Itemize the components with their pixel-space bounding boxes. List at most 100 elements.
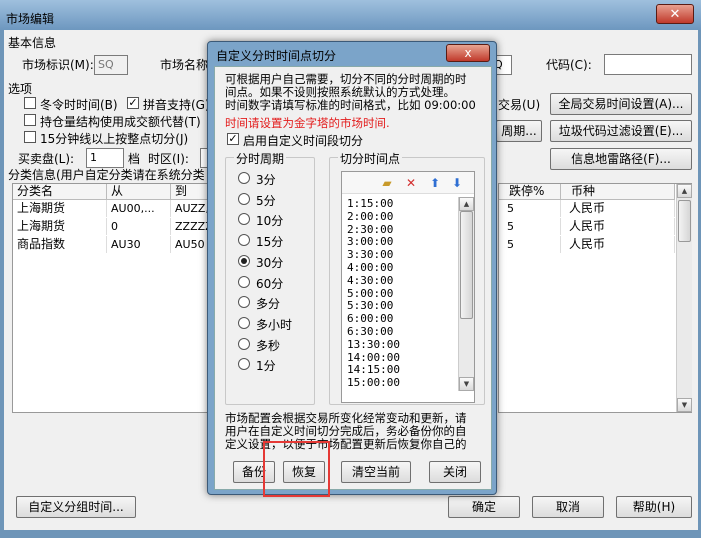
table-row-1-limit[interactable]: 5 [499, 218, 561, 235]
period-group-title: 分时周期 [234, 150, 287, 167]
time-list-scrollbar[interactable]: ▲ ▼ [458, 197, 474, 391]
period-label-5: 60分 [256, 276, 284, 291]
time-points-toolbar: ▰ ✕ ⬆ ⬇ [342, 172, 474, 194]
dialog-close-button[interactable]: x [446, 44, 490, 62]
code-field[interactable] [604, 54, 692, 75]
scroll-up-icon[interactable]: ▲ [677, 184, 692, 198]
garbage-filter-button[interactable]: 垃圾代码过滤设置(E)... [550, 120, 692, 142]
close-icon: ✕ [669, 7, 681, 22]
arrow-up-icon[interactable]: ⬆ [428, 176, 442, 190]
market-id-field[interactable]: SQ [94, 55, 128, 75]
table-row-0-name[interactable]: 上海期货 [13, 200, 107, 217]
time-points-list[interactable]: 1:15:00 2:00:00 2:30:00 3:00:00 3:30:00 4:00:… [344, 198, 458, 390]
15min-label: 15分钟线以上按整点切分(J) [40, 132, 189, 146]
buysell-unit: 档 [128, 152, 141, 166]
global-trade-time-button[interactable]: 全局交易时间设置(A)... [550, 93, 692, 115]
period-group: 分时周期 3分 5分 10分 15分 30分 60分 多分 多小时 多秒 1分 [225, 150, 315, 405]
col-header-limit[interactable]: 跌停% [499, 184, 561, 200]
time-point-item[interactable]: 6:30:00 [344, 325, 458, 339]
winter-time-checkbox[interactable] [24, 97, 36, 109]
winter-time-label: 冬令时时间(B) [40, 98, 118, 112]
period-button[interactable]: 周期... [496, 120, 542, 142]
custom-split-dialog: 自定义分时时间点切分 x 可根据用户自己需要，切分不同的分时周期的时 间点。如果… [207, 41, 497, 495]
period-label-3: 15分 [256, 235, 284, 250]
table-row-1-from[interactable]: 0 [107, 218, 171, 235]
period-label-9: 1分 [256, 359, 276, 374]
period-radio-9[interactable] [238, 358, 250, 371]
table-row-2-currency[interactable]: 人民币 [561, 236, 675, 253]
folder-icon[interactable]: ▰ [380, 176, 394, 190]
dialog-desc-line-2: 时间数字请填写标准的时间格式，比如 09:00:00 [225, 98, 476, 112]
table-row-0-from[interactable]: AU00,... [107, 200, 171, 217]
code-label: 代码(C): [546, 58, 592, 72]
time-point-item[interactable]: 1:15:00 [344, 198, 458, 211]
timezone-label: 时区(I): [148, 152, 189, 166]
period-radio-5[interactable] [238, 275, 250, 288]
period-label-6: 多分 [256, 297, 281, 312]
arrow-down-icon[interactable]: ⬇ [450, 176, 464, 190]
buysell-field[interactable]: 1 [86, 148, 124, 168]
table-row-0-to[interactable]: AUZZ,... [171, 200, 209, 217]
period-radio-3[interactable] [238, 234, 250, 247]
enable-custom-split-checkbox[interactable]: ✓ [227, 133, 239, 145]
table-row-1-name[interactable]: 上海期货 [13, 218, 107, 235]
col-header-from[interactable]: 从 [107, 184, 171, 200]
position-label: 持仓量结构使用成交额代替(T) [40, 115, 201, 129]
period-radio-8[interactable] [238, 337, 250, 350]
time-point-item[interactable]: 15:00:00 [344, 376, 458, 390]
table-row-2-limit[interactable]: 5 [499, 236, 561, 253]
custom-group-time-button[interactable]: 自定义分组时间... [16, 496, 136, 518]
pinyin-checkbox[interactable]: ✓ [127, 97, 139, 109]
close-button[interactable]: 关闭 [429, 461, 481, 483]
scroll-down-icon[interactable]: ▼ [677, 398, 692, 412]
time-scroll-up-icon[interactable]: ▲ [459, 197, 474, 211]
time-point-item[interactable]: 4:00:00 [344, 261, 458, 275]
period-radio-0[interactable] [238, 172, 250, 184]
time-scroll-thumb[interactable] [460, 211, 473, 319]
restore-highlight-box [263, 441, 330, 497]
period-radio-1[interactable] [238, 192, 250, 205]
market-id-label: 市场标识(M): [22, 58, 94, 72]
info-mine-path-button[interactable]: 信息地雷路径(F)... [550, 148, 692, 170]
delete-icon[interactable]: ✕ [404, 176, 418, 190]
close-icon: x [464, 46, 472, 60]
table-row-0-limit[interactable]: 5 [499, 200, 561, 217]
table-row-2-to[interactable]: AU50 [171, 236, 209, 253]
market-edit-titlebar[interactable] [0, 0, 701, 30]
period-label-4: 30分 [256, 255, 284, 270]
period-label-2: 10分 [256, 214, 284, 229]
points-group-title: 切分时间点 [338, 150, 403, 167]
period-radio-4[interactable] [238, 254, 250, 267]
table-scrollbar[interactable]: ▲ ▼ [676, 184, 692, 412]
buysell-label: 买卖盘(L): [18, 152, 75, 166]
scroll-thumb[interactable] [678, 200, 691, 242]
market-edit-close-button[interactable]: ✕ [656, 4, 694, 24]
period-radio-6[interactable] [238, 296, 250, 309]
cancel-button[interactable]: 取消 [532, 496, 604, 518]
clear-current-button[interactable]: 清空当前 [341, 461, 411, 483]
table-row-2-name[interactable]: 商品指数 [13, 236, 107, 253]
table-row-1-currency[interactable]: 人民币 [561, 218, 675, 235]
period-label-8: 多秒 [256, 338, 281, 353]
col-header-to[interactable]: 到 [171, 184, 209, 200]
pinyin-label: 拼音支持(G) [143, 98, 207, 112]
time-point-item[interactable]: 4:30:00 [344, 274, 458, 288]
time-points-panel: ▰ ✕ ⬆ ⬇ 1:15:00 2:00:00 2:30:00 3:00:00 3:30… [341, 171, 475, 403]
time-point-item[interactable]: 2:00:00 [344, 210, 458, 224]
ok-button[interactable]: 确定 [448, 496, 520, 518]
table-row-1-to[interactable]: ZZZZZZ [171, 218, 209, 235]
table-row-2-from[interactable]: AU30 [107, 236, 171, 253]
table-row-0-currency[interactable]: 人民币 [561, 200, 675, 217]
col-header-name[interactable]: 分类名 [13, 184, 107, 200]
time-scroll-down-icon[interactable]: ▼ [459, 377, 474, 391]
category-label: 分类信息(用户自定分类请在系统分类 [8, 168, 205, 182]
position-checkbox[interactable] [24, 114, 36, 126]
col-header-currency[interactable]: 币种 [561, 184, 675, 200]
time-point-item[interactable]: 13:30:00 [344, 338, 458, 352]
15min-checkbox[interactable] [24, 131, 36, 143]
period-radio-2[interactable] [238, 213, 250, 226]
category-table-left: 分类名 从 到 上海期货 AU00,... AUZZ,... 上海期货 0 ZZ… [12, 183, 209, 413]
period-radio-7[interactable] [238, 316, 250, 329]
dialog-title: 自定义分时时间点切分 [216, 49, 337, 63]
help-button[interactable]: 帮助(H) [616, 496, 692, 518]
